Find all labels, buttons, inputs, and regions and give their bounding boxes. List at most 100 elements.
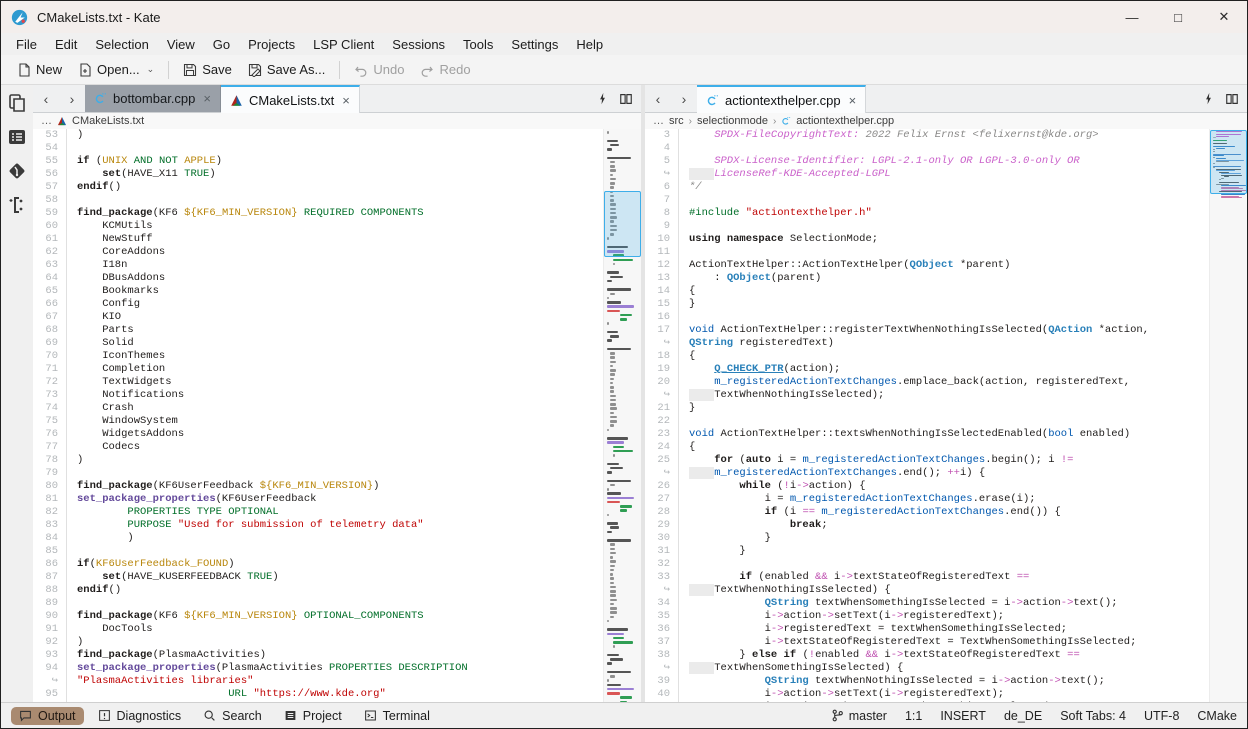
undo-button[interactable]: Undo [346, 59, 412, 80]
open-dropdown-caret-icon[interactable]: ⌄ [147, 64, 155, 75]
menu-item-edit[interactable]: Edit [46, 35, 86, 54]
code-line: m_registeredActionTextChanges.end(); ++i… [689, 467, 1205, 480]
line-number: 81 [33, 493, 58, 506]
code-line [689, 311, 1205, 324]
filesystem-list-icon[interactable] [7, 127, 27, 147]
redo-button[interactable]: Redo [412, 59, 478, 80]
menu-item-tools[interactable]: Tools [454, 35, 502, 54]
tab-bottombar-cpp[interactable]: bottombar.cpp× [85, 85, 221, 112]
tab-bar-right: ‹›actiontexthelper.cpp× [645, 85, 1247, 113]
code-line: QString textWhenNothingIsSelected = i->a… [689, 675, 1205, 688]
code-line: if (UNIX AND NOT APPLE) [77, 155, 599, 168]
tab-actiontexthelper-cpp[interactable]: actiontexthelper.cpp× [697, 85, 866, 113]
tab-bar-left: ‹›bottombar.cpp×CMakeLists.txt× [33, 85, 641, 113]
code-line: CoreAddons [77, 246, 599, 259]
code-line: set_package_properties(PlasmaActivities … [77, 662, 599, 675]
code-line: i->textStateOfRegisteredText = TextWhenS… [689, 636, 1205, 649]
cursor-position-status[interactable]: 1:1 [905, 709, 922, 723]
lsp-symbols-icon[interactable] [7, 195, 27, 215]
line-number-gutter: 345↪67891011121314151617↪181920↪21222324… [645, 129, 677, 702]
line-number: 30 [645, 532, 670, 545]
open-button[interactable]: Open... ⌄ [70, 59, 162, 80]
warning-icon [98, 709, 111, 722]
code-line: set(HAVE_X11 TRUE) [77, 168, 599, 181]
minimap-viewport[interactable] [1210, 130, 1247, 194]
minimap-viewport[interactable] [604, 191, 641, 257]
minimap-scrollbar[interactable] [603, 129, 641, 702]
code-area[interactable]: ) if (UNIX AND NOT APPLE) set(HAVE_X11 TR… [77, 129, 599, 702]
breadcrumb-file[interactable]: CMakeLists.txt [72, 115, 144, 127]
save-as-button[interactable]: Save As... [240, 59, 334, 80]
split-view-icon[interactable] [1225, 92, 1239, 106]
breadcrumb-folder[interactable]: src [669, 115, 684, 127]
status-right: master 1:1 INSERT de_DE Soft Tabs: 4 UTF… [831, 709, 1237, 723]
menu-item-view[interactable]: View [158, 35, 204, 54]
line-number: 57 [33, 181, 58, 194]
menu-item-lsp-client[interactable]: LSP Client [304, 35, 383, 54]
tab-cmakelists-txt[interactable]: CMakeLists.txt× [221, 85, 360, 113]
line-number: 3 [645, 129, 670, 142]
syntax-mode-status[interactable]: CMake [1197, 709, 1237, 723]
back-arrow-icon[interactable]: ‹ [33, 85, 59, 112]
line-number: 62 [33, 246, 58, 259]
line-number: 25 [645, 454, 670, 467]
breadcrumb-overflow[interactable]: … [41, 115, 52, 127]
menu-item-sessions[interactable]: Sessions [383, 35, 454, 54]
breadcrumb-overflow[interactable]: … [653, 115, 664, 127]
menu-item-selection[interactable]: Selection [86, 35, 157, 54]
line-number: 55 [33, 155, 58, 168]
breadcrumb-folder[interactable]: selectionmode [697, 115, 768, 127]
encoding-status[interactable]: UTF-8 [1144, 709, 1179, 723]
code-line: ) [77, 636, 599, 649]
tab-close-icon[interactable]: × [203, 91, 211, 106]
split-view-icon[interactable] [619, 92, 633, 106]
maximize-button[interactable]: □ [1155, 1, 1201, 33]
tool-view-button-diagnostics[interactable]: Diagnostics [90, 707, 190, 725]
tab-width-status[interactable]: Soft Tabs: 4 [1060, 709, 1126, 723]
tool-view-button-output[interactable]: Output [11, 707, 84, 725]
tab-close-icon[interactable]: × [342, 93, 350, 108]
git-branch-icon [831, 709, 844, 722]
menu-item-help[interactable]: Help [567, 35, 612, 54]
breadcrumb-file[interactable]: actiontexthelper.cpp [796, 115, 894, 127]
menu-item-file[interactable]: File [7, 35, 46, 54]
tool-view-button-project[interactable]: Project [276, 707, 350, 725]
wrap-marker: ↪ [645, 337, 670, 350]
documents-icon[interactable] [7, 93, 27, 113]
breadcrumb-separator: › [689, 116, 692, 127]
menu-item-go[interactable]: Go [204, 35, 239, 54]
code-line: } [689, 402, 1205, 415]
close-button[interactable]: ✕ [1201, 1, 1247, 33]
code-area[interactable]: SPDX-FileCopyrightText: 2022 Felix Ernst… [689, 129, 1205, 702]
line-number: 60 [33, 220, 58, 233]
code-line: if (enabled && i->textStateOfRegisteredT… [689, 571, 1205, 584]
back-arrow-icon[interactable]: ‹ [645, 85, 671, 112]
tab-close-icon[interactable]: × [849, 93, 857, 108]
save-button[interactable]: Save [175, 59, 240, 80]
forward-arrow-icon[interactable]: › [59, 85, 85, 112]
minimize-button[interactable]: — [1109, 1, 1155, 33]
line-number: 95 [33, 688, 58, 701]
tool-view-button-terminal[interactable]: Terminal [356, 707, 438, 725]
git-diamond-icon[interactable] [7, 161, 27, 181]
line-number: 17 [645, 324, 670, 337]
editor-pane-right: ‹›actiontexthelper.cpp× …src›selectionmo… [645, 85, 1247, 702]
tool-view-button-search[interactable]: Search [195, 707, 270, 725]
code-line: i->action->setText(i->registeredText); [689, 610, 1205, 623]
quick-open-icon[interactable] [1202, 92, 1215, 105]
line-number: 84 [33, 532, 58, 545]
text-editor-actiontexthelper[interactable]: 345↪67891011121314151617↪181920↪21222324… [645, 129, 1247, 702]
forward-arrow-icon[interactable]: › [671, 85, 697, 112]
code-line: ) [77, 454, 599, 467]
git-branch-status[interactable]: master [831, 709, 887, 723]
new-button-label: New [36, 62, 62, 77]
new-button[interactable]: New [9, 59, 70, 80]
dictionary-status[interactable]: de_DE [1004, 709, 1042, 723]
quick-open-icon[interactable] [596, 92, 609, 105]
text-editor-cmakelists[interactable]: 5354555657585960616263646566676869707172… [33, 129, 641, 702]
input-mode-status[interactable]: INSERT [940, 709, 986, 723]
minimap-scrollbar[interactable] [1209, 129, 1247, 702]
menu-item-projects[interactable]: Projects [239, 35, 304, 54]
menu-item-settings[interactable]: Settings [502, 35, 567, 54]
line-number: 63 [33, 259, 58, 272]
